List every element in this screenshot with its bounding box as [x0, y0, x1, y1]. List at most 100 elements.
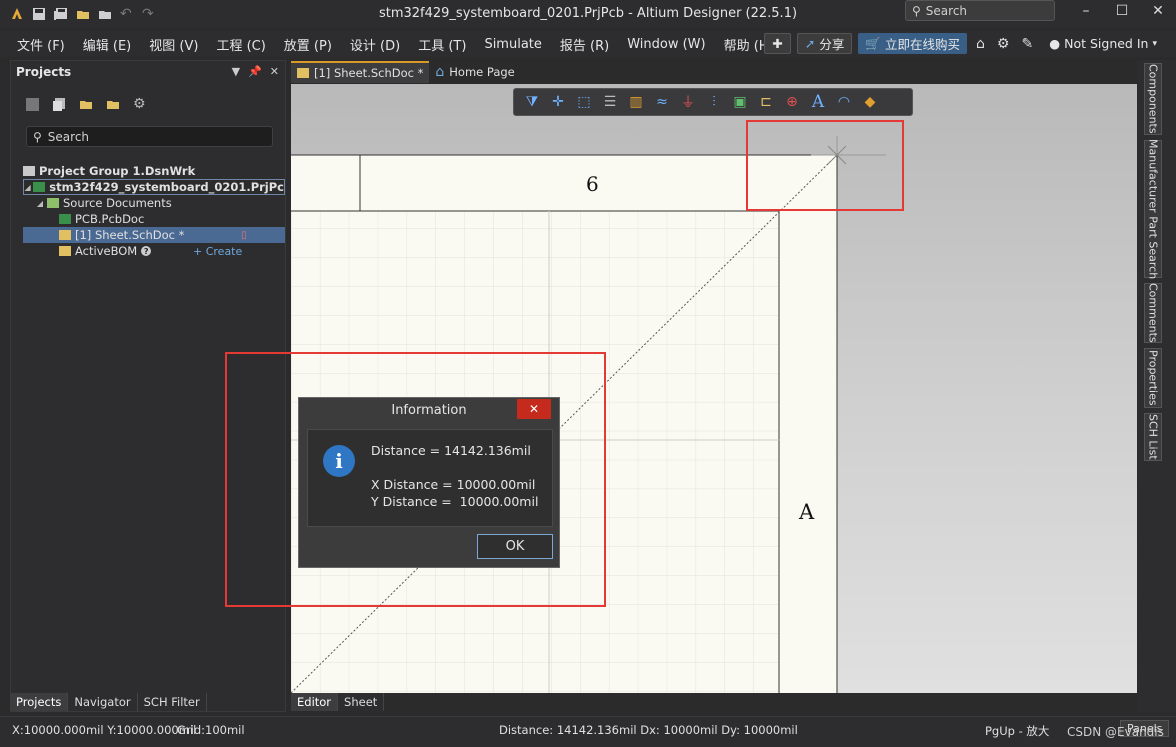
- tab-sch-filter[interactable]: SCH Filter: [137, 693, 207, 711]
- close-window-button[interactable]: ✕: [1140, 0, 1176, 22]
- bom-label: ActiveBOM: [75, 244, 138, 258]
- projects-search-input[interactable]: ⚲ Search: [26, 126, 273, 147]
- folder-label: Source Documents: [63, 196, 172, 210]
- ok-button[interactable]: OK: [477, 534, 553, 559]
- menu-project[interactable]: 工程 (C): [207, 35, 274, 54]
- highlight-box-cursor: [746, 120, 904, 211]
- tab-comments[interactable]: Comments: [1144, 283, 1162, 343]
- tab-sheet-label: [1] Sheet.SchDoc *: [314, 66, 424, 80]
- folder-settings-icon[interactable]: [106, 97, 121, 112]
- dialog-close-button[interactable]: ✕: [517, 399, 551, 419]
- directive-icon[interactable]: ⊕: [780, 90, 804, 114]
- search-folder-icon[interactable]: [79, 97, 94, 112]
- menu-edit[interactable]: 编辑 (E): [74, 35, 141, 54]
- bus-entry-icon[interactable]: ◆: [858, 90, 882, 114]
- home-icon[interactable]: ⌂: [973, 36, 988, 52]
- schematic-doc-icon: [297, 68, 309, 78]
- tree-item-pcb[interactable]: PCB.PcbDoc: [23, 211, 285, 227]
- dialog-titlebar: Information ✕: [299, 398, 559, 422]
- altium-logo-icon: [10, 7, 24, 21]
- save-project-icon[interactable]: [25, 97, 40, 112]
- open-folder-icon[interactable]: [76, 7, 90, 21]
- workspace-icon: [23, 166, 35, 176]
- modified-doc-icon: ▯: [241, 229, 247, 241]
- ground-icon[interactable]: ⏚: [676, 90, 700, 114]
- tab-sch-list[interactable]: SCH List: [1144, 413, 1162, 461]
- save-all-icon[interactable]: [54, 7, 68, 21]
- menu-design[interactable]: 设计 (D): [341, 35, 409, 54]
- grid-size: Grid:100mil: [177, 723, 245, 737]
- user-icon: ●: [1049, 36, 1061, 51]
- dialog-message: i Distance = 14142.136mil X Distance = 1…: [307, 429, 553, 527]
- crosshair-icon[interactable]: ✛: [546, 90, 570, 114]
- menu-place[interactable]: 放置 (P): [275, 35, 341, 54]
- global-search-placeholder: Search: [925, 3, 968, 18]
- tab-home-page[interactable]: ⌂ Home Page: [429, 61, 520, 83]
- undo-icon[interactable]: ↶: [120, 7, 134, 21]
- y-distance-text: Y Distance = 10000.00mil: [371, 494, 539, 509]
- arc-icon[interactable]: ◠: [832, 90, 856, 114]
- port-icon[interactable]: ⊏: [754, 90, 778, 114]
- settings-gear-icon[interactable]: ⚙: [133, 97, 148, 112]
- tab-sheet-schdoc[interactable]: [1] Sheet.SchDoc *: [291, 61, 430, 83]
- tree-item-project[interactable]: ◢ stm32f429_systemboard_0201.PrjPc: [23, 179, 285, 195]
- buy-online-button[interactable]: 🛒 立即在线购买: [858, 33, 967, 54]
- pcb-project-icon: [33, 182, 46, 192]
- tab-sheet[interactable]: Sheet: [338, 693, 385, 711]
- tree-item-source-documents[interactable]: ◢ Source Documents: [23, 195, 285, 211]
- gear-icon[interactable]: ⚙: [994, 36, 1013, 52]
- global-search-input[interactable]: ⚲ Search: [905, 0, 1055, 21]
- share-button[interactable]: ➚ 分享: [796, 33, 853, 54]
- title-bar: ↶ ↷ stm32f429_systemboard_0201.PrjPcb - …: [0, 0, 1176, 28]
- create-bom-link[interactable]: + Create: [193, 245, 242, 258]
- comment-plus-icon: ✚: [772, 36, 783, 51]
- maximize-button[interactable]: ☐: [1104, 0, 1140, 22]
- tree-item-group[interactable]: Project Group 1.DsnWrk: [23, 163, 285, 179]
- search-icon: ⚲: [912, 3, 921, 18]
- share-arrow-icon: ➚: [804, 36, 816, 51]
- collapse-arrow-icon[interactable]: ◢: [35, 199, 45, 208]
- menu-reports[interactable]: 报告 (R): [551, 35, 618, 54]
- folder-icon: [47, 198, 59, 208]
- save-icon[interactable]: [32, 7, 46, 21]
- minimize-button[interactable]: –: [1068, 0, 1104, 22]
- menu-bar: 文件 (F) 编辑 (E) 视图 (V) 工程 (C) 放置 (P) 设计 (D…: [0, 31, 1176, 57]
- sheet-symbol-icon[interactable]: ▣: [728, 90, 752, 114]
- select-rect-icon[interactable]: ⬚: [572, 90, 596, 114]
- tab-manufacturer-part-search[interactable]: Manufacturer Part Search: [1144, 139, 1162, 279]
- tab-components[interactable]: Components: [1144, 63, 1162, 135]
- align-icon[interactable]: ☰: [598, 90, 622, 114]
- comment-add-button[interactable]: ✚: [764, 33, 791, 54]
- menu-simulate[interactable]: Simulate: [475, 37, 550, 52]
- tab-projects[interactable]: Projects: [10, 693, 69, 711]
- menu-tools[interactable]: 工具 (T): [409, 35, 475, 54]
- wire-icon[interactable]: ≈: [650, 90, 674, 114]
- text-icon[interactable]: A: [806, 90, 830, 114]
- panel-menu-icon[interactable]: ▼: [232, 65, 240, 78]
- tab-editor[interactable]: Editor: [291, 693, 339, 711]
- copy-icon[interactable]: [52, 97, 67, 112]
- component-icon[interactable]: ▥: [624, 90, 648, 114]
- collapse-arrow-icon[interactable]: ◢: [24, 183, 31, 192]
- watermark-text: CSDN @Evandis: [1067, 725, 1164, 739]
- open-project-icon[interactable]: [98, 7, 112, 21]
- filter-icon[interactable]: ⧩: [520, 90, 544, 114]
- menu-view[interactable]: 视图 (V): [140, 35, 207, 54]
- menu-window[interactable]: Window (W): [618, 37, 714, 52]
- redo-icon[interactable]: ↷: [142, 7, 156, 21]
- notifications-muted-icon[interactable]: ✎: [1018, 36, 1036, 52]
- harness-icon[interactable]: ⫶: [702, 90, 726, 114]
- pin-icon[interactable]: 📌: [248, 65, 262, 78]
- tab-properties[interactable]: Properties: [1144, 348, 1162, 408]
- tab-navigator[interactable]: Navigator: [68, 693, 138, 711]
- panel-close-icon[interactable]: ✕: [270, 65, 279, 78]
- home-page-icon: ⌂: [435, 64, 445, 80]
- account-menu[interactable]: ● Not Signed In ▾: [1042, 33, 1164, 54]
- tree-item-bom[interactable]: ActiveBOM ? + Create: [23, 243, 285, 259]
- menu-file[interactable]: 文件 (F): [8, 35, 74, 54]
- tree-item-sheet[interactable]: [1] Sheet.SchDoc * ▯: [23, 227, 285, 243]
- editor-tabs: Editor Sheet: [291, 693, 385, 711]
- zoom-hint: PgUp - 放大: [985, 724, 1050, 738]
- information-dialog: Information ✕ i Distance = 14142.136mil …: [298, 397, 560, 568]
- help-icon[interactable]: ?: [141, 246, 152, 256]
